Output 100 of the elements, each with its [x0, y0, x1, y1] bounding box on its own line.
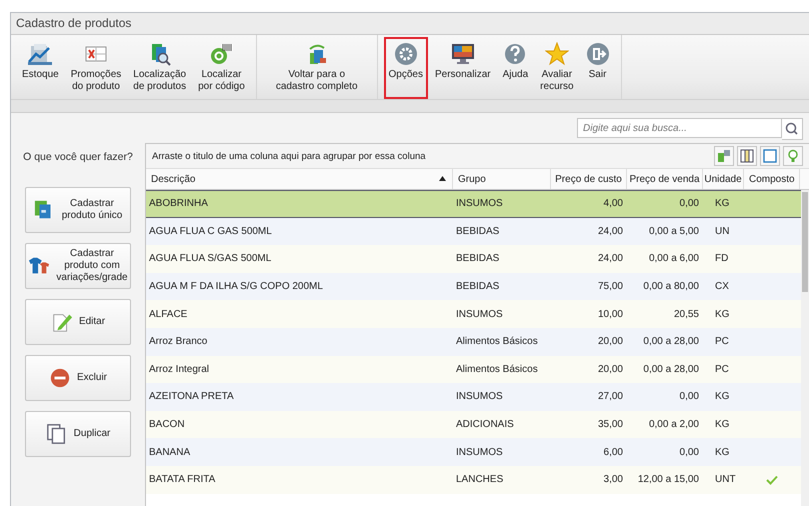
exit-icon [586, 42, 610, 66]
action-button[interactable]: Cadastrar produto com variações/grade [25, 243, 131, 289]
column-header[interactable]: Preço de venda [627, 169, 703, 189]
table-cell-text: 20,55 [672, 308, 700, 320]
table-cell-text: BANANA [148, 446, 192, 458]
table-cell-text: 0,00 [678, 391, 700, 402]
column-header[interactable]: Composto [744, 169, 800, 189]
table-cell-text: 0,00 a 80,00 [642, 281, 700, 292]
group-hint: Arraste o titulo de uma coluna aqui para agrupar por essa coluna [152, 150, 426, 162]
edit-icon [50, 311, 73, 333]
prompt-text: O que você quer fazer? [23, 151, 133, 163]
table-row[interactable]: AZEITONA PRETA INSUMOS 27,00 0,00 KG [146, 383, 801, 411]
table-cell-text: AGUA M F DA ILHA S/G COPO 200ML [148, 281, 324, 292]
toolbar-button[interactable] [760, 146, 780, 166]
table-cell-text: INSUMOS [455, 308, 504, 320]
search-icon[interactable] [782, 118, 803, 140]
columns-chooser-icon [717, 149, 731, 163]
table-row[interactable]: BATATA FRITA LANCHES 3,00 12,00 a 15,00 UNT [146, 466, 801, 494]
table-cell-text: KG [714, 308, 730, 320]
table-cell-text: AGUA FLUA S/GAS 500ML [148, 253, 272, 264]
table-row[interactable]: ABOBRINHA INSUMOS 4,00 0,00 KG [146, 190, 801, 218]
table-cell-text: KG [714, 446, 730, 458]
column-header[interactable]: Descrição [146, 169, 453, 189]
table-cell-text: 0,00 a 28,00 [642, 336, 700, 348]
table-cell-text: UN [714, 226, 730, 237]
table-cell-text: 3,00 [602, 474, 624, 486]
ribbon-button[interactable]: Estoque [17, 37, 64, 99]
barcode-search-icon [209, 42, 234, 66]
table-cell-text: LANCHES [455, 474, 504, 486]
table-cell-text: BACON [148, 419, 186, 430]
table-cell-text: 10,00 [596, 308, 624, 320]
grid-icon [763, 149, 777, 163]
table-cell-text: BEBIDAS [455, 253, 500, 264]
table-cell-text: 24,00 [596, 226, 624, 237]
ribbon-button[interactable]: Ajuda [498, 37, 534, 99]
table-cell-text: 0,00 [678, 198, 700, 210]
table-cell-text: ABOBRINHA [148, 198, 209, 210]
settings-icon [394, 42, 418, 66]
column-header[interactable]: Preço de custo [551, 169, 627, 189]
table-cell-text: BATATA FRITA [148, 474, 216, 486]
ribbon-button[interactable]: Avaliar recurso [535, 37, 579, 99]
table-cell-text: 27,00 [596, 391, 624, 402]
table-cell-text: Alimentos Básicos [455, 364, 539, 375]
ribbon-button[interactable]: Opções [384, 37, 428, 99]
column-header[interactable]: Unidade [703, 169, 744, 189]
table-cell-text: ALFACE [148, 308, 188, 320]
search-field[interactable]: Digite aqui sua busca... [577, 118, 782, 138]
toolbar-button[interactable] [737, 146, 757, 166]
ribbon-button[interactable]: Localizar por código [193, 37, 250, 99]
table-cell-text: Arroz Branco [148, 336, 208, 348]
table-cell-text: 0,00 a 6,00 [648, 253, 700, 264]
ribbon-button[interactable]: Promoções do produto [66, 37, 126, 99]
table-cell-text: FD [714, 253, 730, 264]
table-cell-text: INSUMOS [455, 446, 504, 458]
table-cell-text: PC [714, 336, 730, 348]
table-cell-text: 0,00 a 5,00 [648, 226, 700, 237]
table-row[interactable]: Arroz Integral Alimentos Básicos 20,00 0,00 a 28,00 PC [146, 356, 801, 384]
ribbon-button[interactable]: Sair [580, 37, 615, 99]
table-cell-text: 20,00 [596, 364, 624, 375]
layout-icon [740, 149, 754, 163]
table-row[interactable]: Arroz Branco Alimentos Básicos 20,00 0,00 a 28,00 PC [146, 328, 801, 356]
table-cell-text: UNT [714, 474, 737, 486]
action-button[interactable]: Duplicar [25, 411, 131, 457]
table-cell-text: AGUA FLUA C GAS 500ML [148, 226, 273, 237]
lightbulb-icon [786, 149, 800, 163]
table-cell-text: 0,00 a 2,00 [648, 419, 700, 430]
table-row[interactable]: BANANA INSUMOS 6,00 0,00 KG [146, 438, 801, 466]
delete-icon [48, 367, 71, 389]
sort-ascending-icon [439, 176, 446, 181]
scrollbar-thumb[interactable] [802, 192, 808, 292]
table-row[interactable]: AGUA FLUA C GAS 500ML BEBIDAS 24,00 0,00 a 5,00 UN [146, 218, 801, 246]
table-cell-text: 6,00 [602, 446, 624, 458]
table-cell-text: KG [714, 419, 730, 430]
table-cell-text: Arroz Integral [148, 364, 210, 375]
table-cell-text: INSUMOS [455, 391, 504, 402]
table-cell-text: 35,00 [596, 419, 624, 430]
ribbon-button[interactable]: Voltar para o cadastro completo [270, 37, 363, 99]
table-cell-text: PC [714, 364, 730, 375]
ribbon-button[interactable]: Personalizar [430, 37, 496, 99]
table-row[interactable]: BACON ADICIONAIS 35,00 0,00 a 2,00 KG [146, 410, 801, 438]
table-row[interactable]: AGUA M F DA ILHA S/G COPO 200ML BEBIDAS 75,00 0,00 a 80,00 CX [146, 272, 801, 300]
table-cell-text: 20,00 [596, 336, 624, 348]
action-button[interactable]: Cadastrar produto único [25, 187, 131, 233]
table-cell-text: BEBIDAS [455, 226, 500, 237]
table-row[interactable]: ALFACE INSUMOS 10,00 20,55 KG [146, 300, 801, 328]
table-cell-text: CX [714, 281, 730, 292]
column-header[interactable]: Grupo [453, 169, 551, 189]
copy-icon [46, 423, 68, 445]
star-icon [544, 42, 569, 66]
table-cell-text: Alimentos Básicos [455, 336, 539, 348]
help-icon [503, 42, 528, 66]
table-cell-text: 75,00 [596, 281, 624, 292]
ribbon-button[interactable]: Localização de produtos [128, 37, 192, 99]
table-cell-text: 12,00 a 15,00 [636, 474, 700, 486]
table-cell-text: KG [714, 198, 730, 210]
table-cell-text: 0,00 a 28,00 [642, 364, 700, 375]
table-cell-text: 4,00 [602, 198, 624, 210]
action-button[interactable]: Excluir [25, 355, 131, 401]
action-button[interactable]: Editar [25, 299, 131, 345]
table-row[interactable]: AGUA FLUA S/GAS 500ML BEBIDAS 24,00 0,00 a 6,00 FD [146, 245, 801, 273]
